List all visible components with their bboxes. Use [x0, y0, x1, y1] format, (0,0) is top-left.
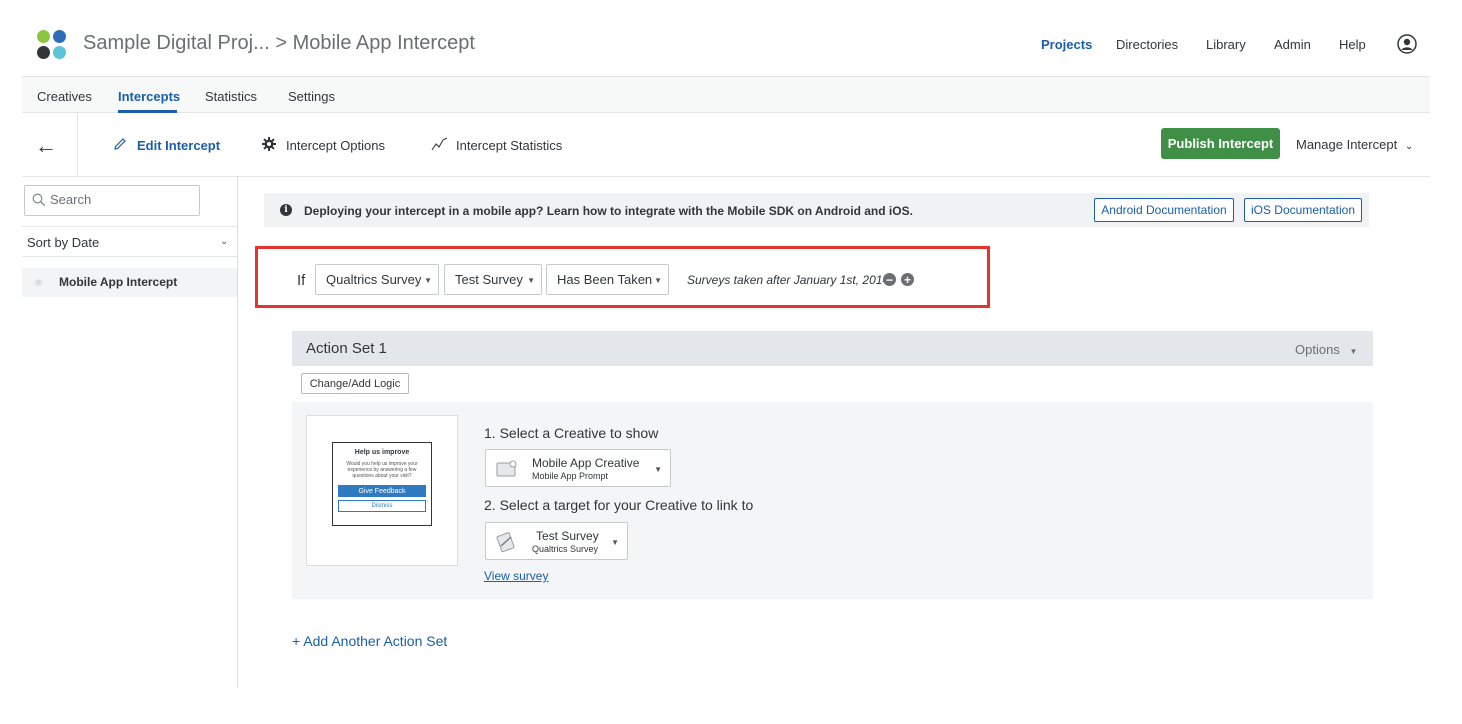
preview-give-feedback: Give Feedback: [338, 485, 426, 497]
creative-type: Mobile App Prompt: [532, 471, 609, 481]
logic-survey-select[interactable]: Test Survey ▼: [444, 264, 542, 295]
search-box: [24, 185, 200, 216]
toolbar-divider: [77, 113, 78, 176]
target-name: Test Survey: [536, 529, 599, 543]
action-set-title: Action Set 1: [306, 340, 387, 357]
preview-title: Help us improve: [354, 449, 410, 456]
banner-text: Deploying your intercept in a mobile app…: [304, 204, 913, 218]
caret-down-icon: ▼: [611, 538, 619, 547]
publish-intercept-button[interactable]: Publish Intercept: [1161, 128, 1280, 159]
chevron-down-icon: ⌄: [1404, 141, 1414, 152]
logo-dot: [53, 30, 66, 43]
ios-documentation-button[interactable]: iOS Documentation: [1244, 198, 1362, 222]
intercept-options-button[interactable]: Intercept Options: [286, 138, 385, 153]
nav-admin[interactable]: Admin: [1274, 37, 1311, 52]
add-condition-icon[interactable]: +: [901, 273, 914, 286]
page-name: Mobile App Intercept: [292, 32, 475, 54]
remove-condition-icon[interactable]: −: [883, 273, 896, 286]
user-account-icon[interactable]: [1397, 34, 1417, 54]
sidebar-divider: [237, 177, 238, 687]
tab-settings[interactable]: Settings: [288, 89, 335, 104]
info-icon: i: [280, 204, 292, 216]
line-chart-icon: [431, 136, 449, 156]
nav-help[interactable]: Help: [1339, 37, 1366, 52]
active-tab-indicator: [118, 110, 177, 113]
android-documentation-button[interactable]: Android Documentation: [1094, 198, 1234, 222]
logo-dot: [53, 46, 66, 59]
options-label: Options: [1295, 342, 1340, 357]
gear-icon: [261, 136, 277, 156]
caret-down-icon: ▼: [424, 276, 432, 285]
change-add-logic-button[interactable]: Change/Add Logic: [301, 373, 409, 394]
caret-down-icon: ▼: [527, 276, 535, 285]
preview-text: Would you help us improve your experienc…: [346, 461, 418, 479]
project-name-link[interactable]: Sample Digital Proj...: [83, 32, 270, 54]
sidebar-divider-sort: [22, 256, 237, 257]
condition-detail: Surveys taken after January 1st, 2014: [687, 273, 890, 287]
target-select[interactable]: Test Survey Qualtrics Survey ▼: [485, 522, 628, 560]
step-1-label: 1. Select a Creative to show: [484, 425, 659, 441]
caret-down-icon: ▼: [1349, 347, 1358, 356]
page-title: Sample Digital Proj... > Mobile App Inte…: [83, 32, 475, 55]
pencil-icon: [112, 136, 128, 156]
status-dot-icon: [34, 278, 43, 287]
logo-dot: [37, 46, 50, 59]
creative-select[interactable]: Mobile App Creative Mobile App Prompt ▼: [485, 449, 671, 487]
survey-icon: [495, 531, 517, 558]
tab-intercepts[interactable]: Intercepts: [118, 89, 180, 104]
manage-intercept-label: Manage Intercept: [1296, 137, 1398, 152]
qualtrics-logo: [37, 30, 67, 60]
preview-dismiss: Dismiss: [338, 500, 426, 512]
tab-creatives[interactable]: Creatives: [37, 89, 92, 104]
action-set-header: [292, 331, 1373, 366]
edit-intercept-button[interactable]: Edit Intercept: [137, 138, 220, 153]
search-input[interactable]: [50, 192, 190, 207]
caret-down-icon: ▼: [654, 276, 662, 285]
logic-condition-select[interactable]: Has Been Taken ▼: [546, 264, 669, 295]
back-arrow-icon[interactable]: ←: [35, 133, 57, 159]
sidebar-item-label: Mobile App Intercept: [59, 275, 178, 289]
logo-dot: [37, 30, 50, 43]
sort-dropdown[interactable]: Sort by Date: [27, 235, 99, 250]
prompt-preview-card: Help us improve Would you help us improv…: [332, 442, 432, 526]
search-icon: [32, 193, 46, 212]
manage-intercept-menu[interactable]: Manage Intercept ⌄: [1296, 137, 1413, 152]
creative-icon: [496, 460, 518, 483]
tab-statistics[interactable]: Statistics: [205, 89, 257, 104]
caret-down-icon: ▼: [654, 465, 662, 474]
action-set-options-menu[interactable]: Options ▼: [1295, 342, 1357, 357]
add-action-set-link[interactable]: + Add Another Action Set: [292, 633, 447, 649]
sidebar-divider-top: [22, 226, 237, 227]
logic-survey-value: Test Survey: [455, 272, 523, 287]
nav-projects[interactable]: Projects: [1041, 37, 1092, 52]
nav-directories[interactable]: Directories: [1116, 37, 1178, 52]
intercept-statistics-button[interactable]: Intercept Statistics: [456, 138, 562, 153]
creative-name: Mobile App Creative: [532, 456, 640, 470]
logic-condition-value: Has Been Taken: [557, 272, 653, 287]
logic-source-select[interactable]: Qualtrics Survey ▼: [315, 264, 439, 295]
logic-source-value: Qualtrics Survey: [326, 272, 422, 287]
view-survey-link[interactable]: View survey: [484, 569, 548, 583]
toolbar-divider-bottom: [22, 176, 1430, 177]
nav-library[interactable]: Library: [1206, 37, 1246, 52]
breadcrumb-separator: >: [275, 32, 287, 54]
if-label: If: [297, 272, 306, 289]
target-type: Qualtrics Survey: [532, 544, 599, 554]
step-2-label: 2. Select a target for your Creative to …: [484, 497, 754, 513]
creative-preview: Help us improve Would you help us improv…: [306, 415, 458, 566]
chevron-down-icon: ⌄: [220, 236, 229, 247]
